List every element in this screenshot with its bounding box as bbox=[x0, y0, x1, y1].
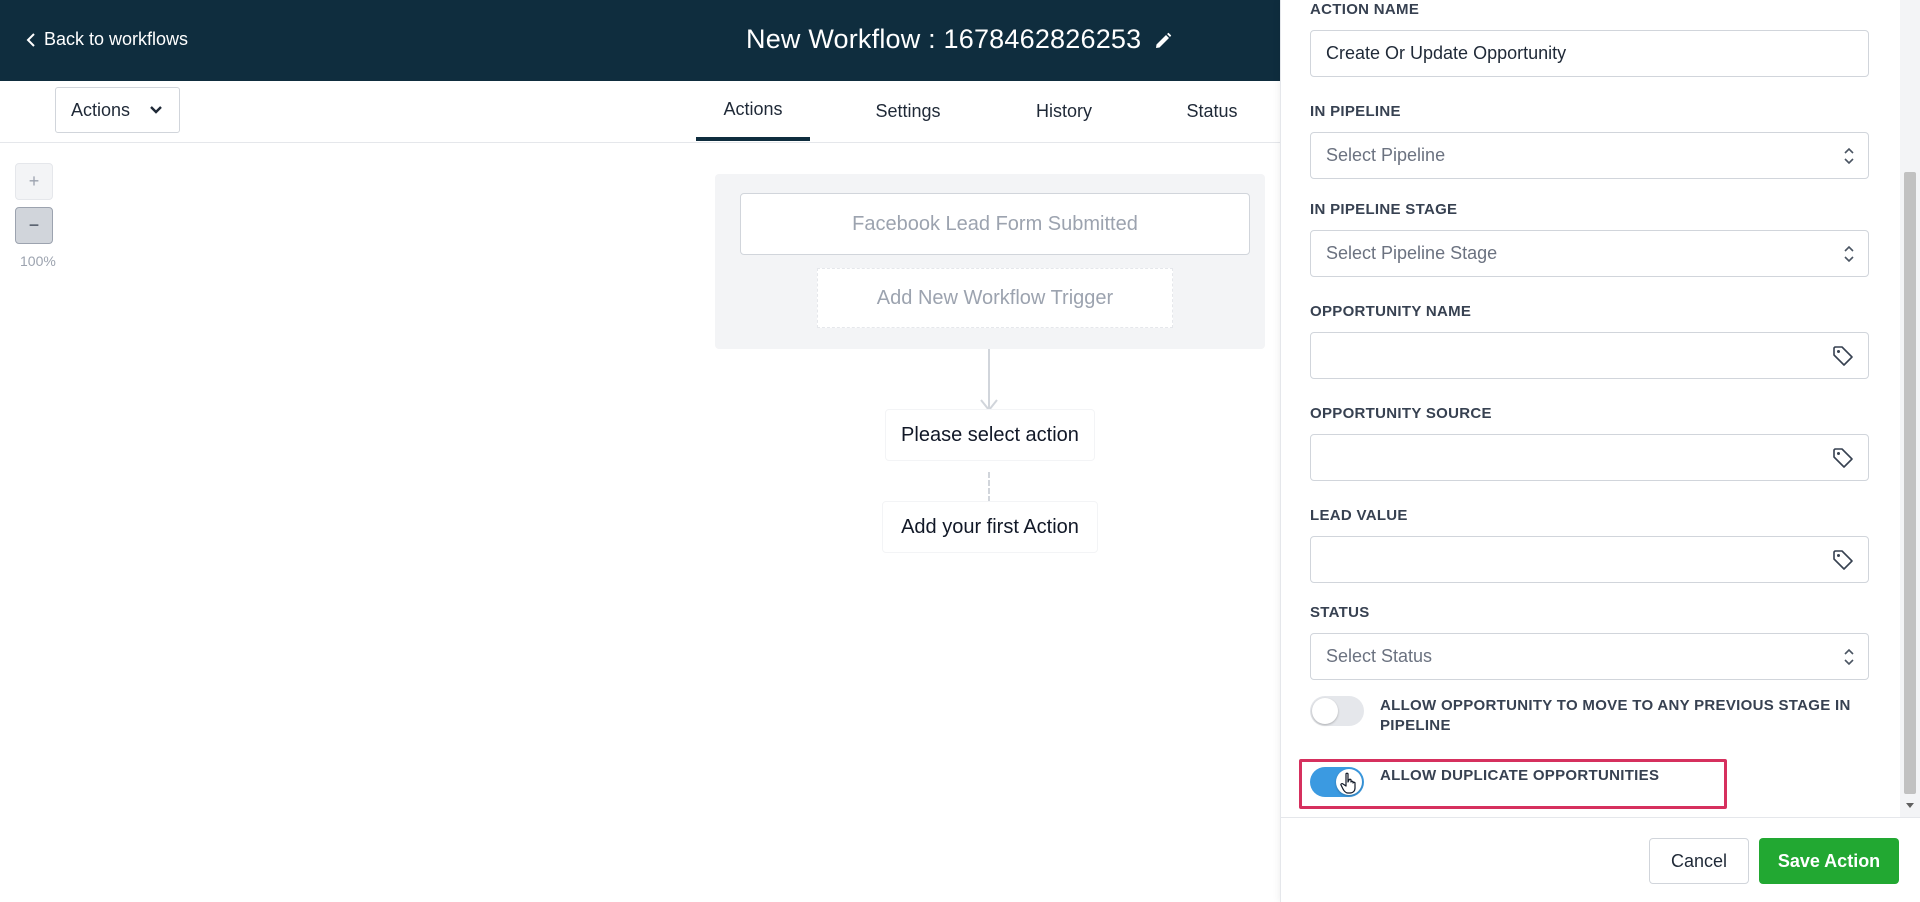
status-label: STATUS bbox=[1310, 604, 1370, 621]
back-link-label: Back to workflows bbox=[44, 29, 189, 49]
toggle-knob bbox=[1312, 698, 1338, 724]
trigger-card[interactable]: Facebook Lead Form Submitted bbox=[740, 193, 1250, 255]
action-name-label: ACTION NAME bbox=[1310, 1, 1420, 18]
opportunity-source-input[interactable] bbox=[1310, 434, 1869, 481]
opportunity-name-label: OPPORTUNITY NAME bbox=[1310, 303, 1472, 320]
scroll-down-arrow-icon[interactable] bbox=[1904, 799, 1916, 811]
actions-dropdown[interactable]: Actions bbox=[55, 87, 180, 133]
actions-dropdown-label: Actions bbox=[71, 99, 131, 120]
allow-duplicates-label: ALLOW DUPLICATE OPPORTUNITIES bbox=[1380, 767, 1660, 784]
top-header: Back to workflows New Workflow : 1678462… bbox=[0, 0, 1280, 81]
pencil-icon[interactable] bbox=[1154, 32, 1172, 50]
tag-icon[interactable] bbox=[1832, 447, 1854, 469]
pipeline-label: IN PIPELINE bbox=[1310, 103, 1401, 120]
save-action-button[interactable]: Save Action bbox=[1759, 838, 1899, 884]
zoom-level: 100% bbox=[20, 253, 56, 269]
opportunity-source-label: OPPORTUNITY SOURCE bbox=[1310, 405, 1492, 422]
lead-value-input[interactable] bbox=[1310, 536, 1869, 583]
tag-icon[interactable] bbox=[1832, 345, 1854, 367]
workflow-title: New Workflow : 1678462826253 bbox=[746, 24, 1142, 54]
select-action-node[interactable]: Please select action bbox=[885, 409, 1095, 461]
status-placeholder: Select Status bbox=[1326, 646, 1433, 666]
add-trigger-button[interactable]: Add New Workflow Trigger bbox=[817, 268, 1173, 328]
back-to-workflows-link[interactable]: Back to workflows bbox=[26, 29, 188, 50]
lead-value-label: LEAD VALUE bbox=[1310, 507, 1408, 524]
allow-previous-stage-label: ALLOW OPPORTUNITY TO MOVE TO ANY PREVIOU… bbox=[1380, 697, 1851, 734]
pipeline-select[interactable]: Select Pipeline bbox=[1310, 132, 1869, 179]
panel-footer-divider bbox=[1280, 817, 1920, 818]
select-arrows-icon bbox=[1844, 147, 1854, 165]
status-select[interactable]: Select Status bbox=[1310, 633, 1869, 680]
scrollbar-thumb[interactable] bbox=[1904, 172, 1916, 794]
chevron-left-icon bbox=[26, 32, 35, 47]
action-name-value: Create Or Update Opportunity bbox=[1326, 43, 1567, 63]
tab-actions[interactable]: Actions bbox=[696, 81, 810, 141]
pipeline-stage-select[interactable]: Select Pipeline Stage bbox=[1310, 230, 1869, 277]
pipeline-stage-placeholder: Select Pipeline Stage bbox=[1326, 243, 1498, 263]
select-arrows-icon bbox=[1844, 245, 1854, 263]
tab-history[interactable]: History bbox=[1022, 81, 1106, 142]
allow-previous-stage-toggle[interactable] bbox=[1310, 696, 1364, 726]
hand-pointer-icon bbox=[1340, 772, 1356, 794]
select-arrows-icon bbox=[1844, 648, 1854, 666]
opportunity-name-input[interactable] bbox=[1310, 332, 1869, 379]
pipeline-stage-label: IN PIPELINE STAGE bbox=[1310, 201, 1458, 218]
add-first-action-button[interactable]: Add your first Action bbox=[882, 501, 1098, 553]
action-name-input[interactable]: Create Or Update Opportunity bbox=[1310, 30, 1869, 77]
tab-settings[interactable]: Settings bbox=[862, 81, 954, 142]
cancel-button[interactable]: Cancel bbox=[1649, 838, 1749, 884]
workflow-tabs-bar: Actions Actions Settings History Status bbox=[0, 81, 1280, 143]
zoom-in-button[interactable]: + bbox=[15, 163, 53, 200]
pipeline-placeholder: Select Pipeline bbox=[1326, 145, 1446, 165]
chevron-down-icon bbox=[150, 106, 162, 114]
tag-icon[interactable] bbox=[1832, 549, 1854, 571]
dashed-connector bbox=[988, 472, 990, 502]
zoom-out-button[interactable]: − bbox=[15, 207, 53, 244]
tab-status[interactable]: Status bbox=[1175, 81, 1249, 142]
